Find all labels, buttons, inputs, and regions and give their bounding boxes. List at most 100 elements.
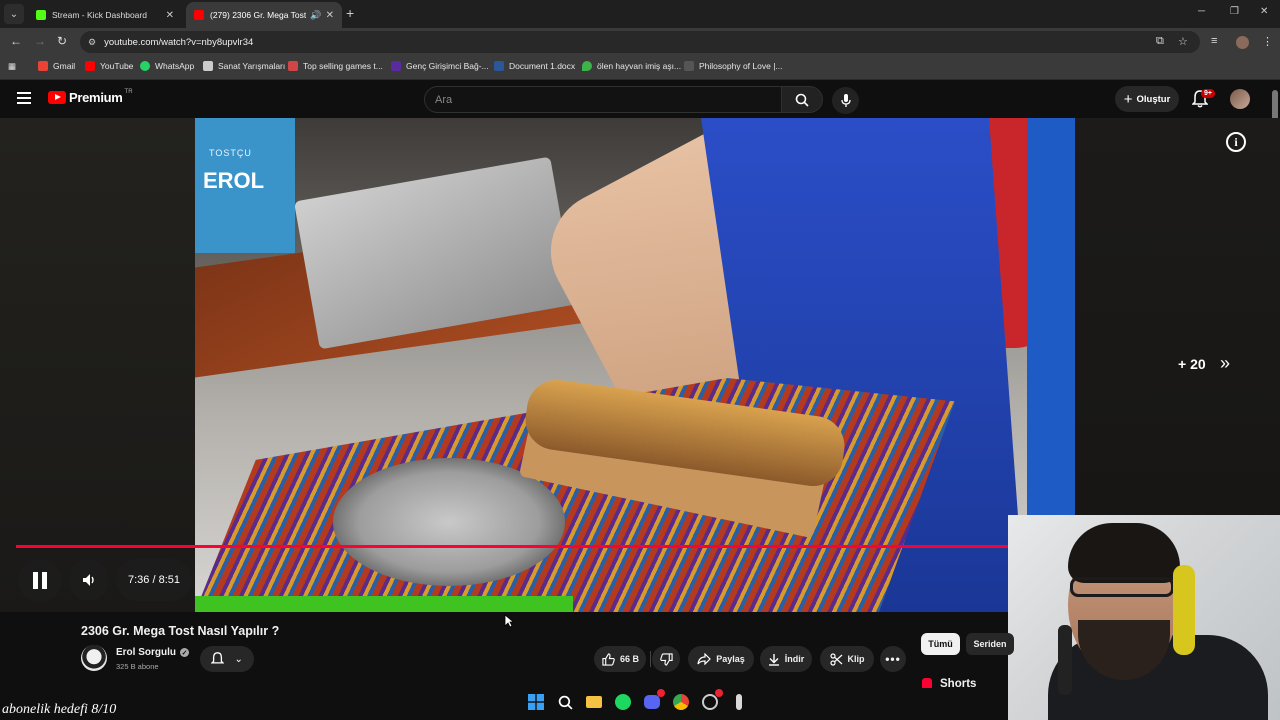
browser-tab-youtube[interactable]: (279) 2306 Gr. Mega Tost N 🔊 ✕	[186, 2, 342, 28]
clip-label: Klip	[847, 654, 865, 664]
browser-tab-bar: ⌄ Stream - Kick Dashboard ✕ (279) 2306 G…	[0, 0, 1280, 28]
tab-title: Stream - Kick Dashboard	[52, 10, 147, 20]
reload-icon[interactable]: ↻	[57, 34, 67, 48]
skip-forward-label[interactable]: + 20	[1178, 356, 1206, 372]
pause-button[interactable]	[18, 559, 62, 601]
tab-search-icon[interactable]: ⌄	[4, 4, 24, 24]
channel-avatar[interactable]	[81, 645, 107, 671]
app-icon[interactable]	[700, 689, 723, 712]
video-frame[interactable]: TOSTÇU EROL	[195, 118, 1075, 612]
youtube-icon	[85, 61, 95, 71]
forward-icon[interactable]: →	[34, 34, 46, 48]
taskbar-strip	[0, 688, 1008, 720]
bookmark-gmail[interactable]: Gmail	[38, 61, 75, 71]
microphone-icon	[840, 93, 851, 107]
share-button[interactable]: Paylaş	[688, 646, 754, 672]
download-button[interactable]: İndir	[760, 646, 812, 672]
create-label: Oluştur	[1136, 93, 1171, 105]
bookmark-whatsapp[interactable]: WhatsApp	[140, 61, 194, 71]
search-input[interactable]: Ara	[424, 86, 782, 113]
windows-start-icon[interactable]	[526, 692, 546, 712]
close-tab-icon[interactable]: ✕	[166, 10, 174, 21]
webcam-overlay	[1008, 515, 1280, 720]
page-icon	[684, 61, 694, 71]
file-explorer-icon[interactable]	[584, 692, 604, 712]
apps-grid-icon[interactable]: ▦	[8, 61, 16, 72]
m-icon	[391, 61, 401, 71]
subscribed-bell-button[interactable]: ⌄	[200, 646, 254, 672]
minimize-icon[interactable]: ─	[1198, 6, 1205, 17]
info-icon[interactable]: i	[1226, 132, 1246, 152]
new-tab-button[interactable]: +	[346, 5, 354, 21]
hamburger-menu-icon[interactable]	[17, 92, 31, 104]
obs-icon[interactable]	[729, 692, 749, 712]
search-icon	[795, 93, 809, 107]
create-button[interactable]: + Oluştur	[1115, 86, 1179, 112]
dislike-button[interactable]	[652, 646, 680, 672]
site-info-icon[interactable]: ⚙	[88, 37, 96, 48]
page-icon	[288, 61, 298, 71]
back-icon[interactable]: ←	[10, 34, 22, 48]
player-ambient-left	[0, 118, 195, 612]
volume-button[interactable]	[70, 559, 108, 601]
clip-button[interactable]: Klip	[820, 646, 874, 672]
chrome-icon[interactable]	[671, 692, 691, 712]
spotify-icon[interactable]	[613, 692, 633, 712]
more-actions-button[interactable]: •••	[880, 646, 906, 672]
tab-title: (279) 2306 Gr. Mega Tost N	[210, 10, 307, 20]
like-divider	[650, 651, 651, 667]
address-bar-row: ← → ↻ ⚙ youtube.com/watch?v=nby8upvlr34 …	[0, 28, 1280, 56]
bookmark-label: Philosophy of Love |...	[699, 61, 783, 71]
brand-top-text: TOSTÇU	[209, 148, 252, 158]
scissors-icon	[829, 652, 842, 666]
bookmark-label: Sanat Yarışmaları	[218, 61, 286, 71]
chip-all[interactable]: Tümü	[921, 633, 960, 655]
download-icon	[768, 653, 779, 666]
bookmark-olen-hayvan[interactable]: ölen hayvan imiş aşı...	[582, 61, 681, 71]
video-title: 2306 Gr. Mega Tost Nasıl Yapılır ?	[81, 624, 280, 638]
taskbar-search-icon[interactable]	[555, 692, 575, 712]
bookmark-label: Top selling games t...	[303, 61, 383, 71]
gmail-icon	[38, 61, 48, 71]
bookmark-document[interactable]: Document 1.docx	[494, 61, 575, 71]
close-tab-icon[interactable]: ✕	[326, 10, 334, 21]
media-control-icon[interactable]: ≡	[1211, 35, 1217, 47]
channel-name[interactable]: Erol Sorgulu ✓	[116, 647, 189, 658]
install-app-icon[interactable]: ⧉	[1156, 35, 1164, 48]
account-avatar[interactable]	[1230, 89, 1250, 109]
youtube-play-icon	[48, 91, 66, 104]
chip-series[interactable]: Seriden	[966, 633, 1014, 655]
bookmark-top-selling[interactable]: Top selling games t...	[288, 61, 383, 71]
bookmark-sanat[interactable]: Sanat Yarışmaları	[203, 61, 285, 71]
maximize-icon[interactable]: ❐	[1230, 6, 1239, 17]
close-window-icon[interactable]: ✕	[1260, 6, 1268, 17]
browser-menu-icon[interactable]: ⋮	[1262, 35, 1273, 48]
audio-playing-icon[interactable]: 🔊	[310, 10, 321, 21]
bookmark-label: Document 1.docx	[509, 61, 576, 71]
double-chevron-right-icon[interactable]: »	[1220, 353, 1230, 374]
bookmark-genc-girisimci[interactable]: Genç Girişimci Bağ-...	[391, 61, 489, 71]
verified-icon: ✓	[180, 648, 189, 657]
youtube-premium-logo[interactable]: Premium TR	[48, 89, 133, 105]
bookmark-label: ölen hayvan imiş aşı...	[597, 61, 682, 71]
discord-icon[interactable]	[642, 689, 665, 712]
webcam-person-hair	[1068, 523, 1180, 583]
voice-search-button[interactable]	[832, 87, 859, 114]
search-button[interactable]	[781, 86, 823, 113]
kick-favicon-icon	[36, 10, 46, 20]
like-button[interactable]: 66 B	[594, 646, 646, 672]
pause-icon	[33, 571, 47, 589]
download-label: İndir	[784, 654, 805, 664]
brand-text: EROL	[203, 168, 265, 193]
time-display: 7:36 / 8:51	[116, 559, 192, 601]
bookmark-star-icon[interactable]: ☆	[1178, 35, 1188, 48]
share-arrow-icon	[697, 653, 712, 665]
bookmark-youtube[interactable]: YouTube	[85, 61, 133, 71]
profile-avatar[interactable]	[1236, 36, 1249, 49]
browser-tab-kick[interactable]: Stream - Kick Dashboard ✕	[28, 2, 182, 28]
channel-name-text: Erol Sorgulu	[116, 647, 176, 658]
bookmark-philosophy[interactable]: Philosophy of Love |...	[684, 61, 782, 71]
webcam-microphone	[1058, 625, 1072, 695]
url-field[interactable]: ⚙ youtube.com/watch?v=nby8upvlr34	[80, 31, 1200, 53]
progress-bar[interactable]	[16, 545, 1008, 548]
